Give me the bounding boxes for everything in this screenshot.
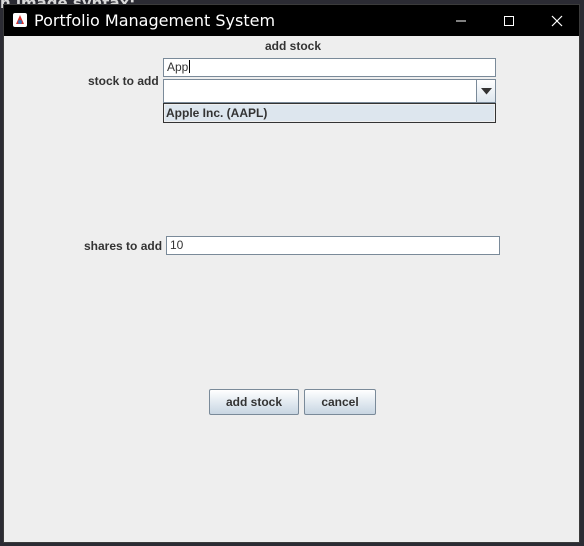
minimize-icon <box>456 20 466 21</box>
java-app-icon <box>12 12 28 28</box>
add-stock-button[interactable]: add stock <box>209 389 299 415</box>
maximize-icon <box>504 15 514 26</box>
close-button[interactable] <box>534 5 580 36</box>
shares-input-value: 10 <box>170 238 184 252</box>
dialog-content: add stock stock to add App Apple Inc. (A… <box>4 36 579 544</box>
cancel-button[interactable]: cancel <box>304 389 376 415</box>
stock-suggestion-popup: Apple Inc. (AAPL) <box>163 103 496 123</box>
shares-input[interactable]: 10 <box>166 236 500 255</box>
stock-search-value: App <box>167 60 189 74</box>
suggestion-item[interactable]: Apple Inc. (AAPL) <box>165 105 494 121</box>
stock-search-input[interactable]: App <box>163 58 496 77</box>
window-title: Portfolio Management System <box>34 11 276 30</box>
minimize-button[interactable] <box>438 5 484 36</box>
text-caret <box>189 60 191 73</box>
stock-combobox[interactable] <box>163 79 496 103</box>
form-heading: add stock <box>265 39 322 53</box>
stock-to-add-label: stock to add <box>88 74 159 88</box>
shares-to-add-label: shares to add <box>84 239 163 253</box>
maximize-button[interactable] <box>486 5 532 36</box>
chevron-down-icon <box>480 87 492 94</box>
combobox-dropdown-button[interactable] <box>476 80 495 102</box>
app-window: Portfolio Management System add stock st… <box>3 4 580 543</box>
close-icon <box>551 15 563 26</box>
title-bar[interactable]: Portfolio Management System <box>4 5 579 36</box>
